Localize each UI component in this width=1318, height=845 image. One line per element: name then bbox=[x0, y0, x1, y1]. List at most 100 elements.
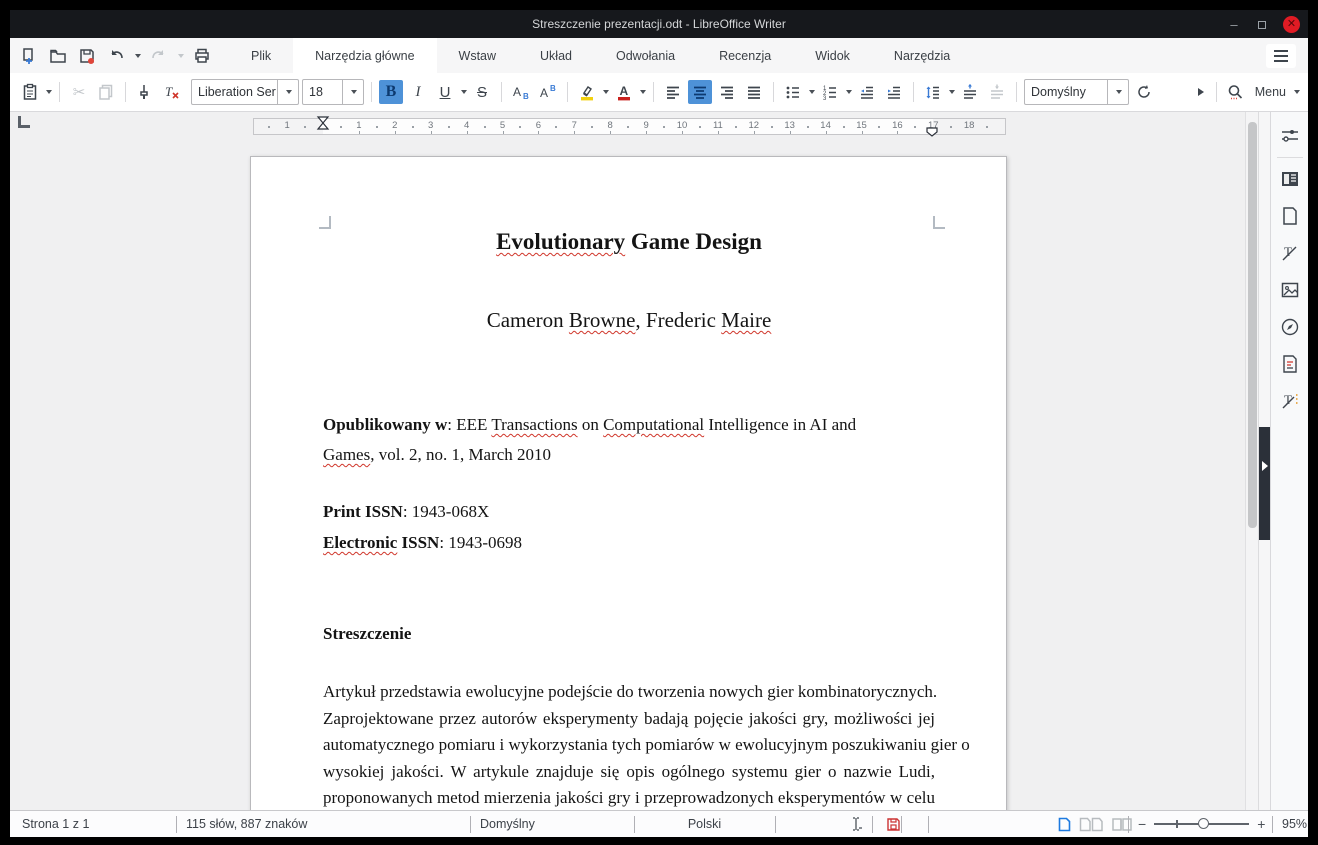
tab-odwolania[interactable]: Odwołania bbox=[594, 38, 697, 73]
zoom-out-button[interactable]: − bbox=[1138, 816, 1146, 832]
published-in-paragraph[interactable]: Opublikowany w: EEE Transactions on Comp… bbox=[323, 410, 935, 470]
tab-uklad[interactable]: Układ bbox=[518, 38, 594, 73]
sidebar-accessibility-check-button[interactable]: T bbox=[1278, 389, 1302, 413]
abstract-paragraph[interactable]: Artykuł przedstawia ewolucyjne podejście… bbox=[323, 679, 935, 810]
strikethrough-button[interactable]: S bbox=[470, 80, 494, 104]
print-issn-line[interactable]: Print ISSN: 1943-068X bbox=[323, 502, 935, 522]
horizontal-ruler[interactable]: 1123456789101112131415161718 bbox=[253, 118, 1006, 135]
svg-text:B: B bbox=[550, 84, 556, 93]
close-button[interactable]: ✕ bbox=[1283, 16, 1300, 33]
new-document-button[interactable] bbox=[18, 45, 40, 67]
single-page-view-icon[interactable] bbox=[1058, 817, 1071, 832]
subscript-button[interactable]: AB bbox=[509, 80, 533, 104]
tab-wstaw[interactable]: Wstaw bbox=[437, 38, 519, 73]
maximize-button[interactable] bbox=[1255, 17, 1269, 32]
undo-dropdown[interactable] bbox=[135, 54, 141, 58]
increase-indent-button[interactable] bbox=[882, 80, 906, 104]
svg-text:A: A bbox=[620, 84, 629, 98]
print-button[interactable] bbox=[191, 45, 213, 67]
sidebar-character-button[interactable]: T bbox=[1278, 241, 1302, 265]
open-button[interactable] bbox=[47, 45, 69, 67]
toolbar-overflow-button[interactable] bbox=[1193, 80, 1209, 104]
electronic-issn-line[interactable]: Electronic ISSN: 1943-0698 bbox=[323, 533, 935, 553]
align-center-button[interactable] bbox=[688, 80, 712, 104]
word-count-status[interactable]: 115 słów, 887 znaków bbox=[186, 811, 307, 837]
update-style-button[interactable] bbox=[1132, 80, 1156, 104]
underline-button[interactable]: U bbox=[433, 80, 457, 104]
vertical-scrollbar[interactable] bbox=[1245, 112, 1258, 810]
overflow-arrow-icon bbox=[1198, 88, 1204, 96]
sidebar-show-button[interactable] bbox=[1259, 427, 1270, 540]
multi-page-view-icon[interactable] bbox=[1079, 817, 1103, 832]
font-size-dropdown[interactable] bbox=[342, 80, 363, 104]
italic-button[interactable]: I bbox=[406, 80, 430, 104]
font-color-dropdown[interactable] bbox=[640, 90, 646, 94]
zoom-slider-handle[interactable] bbox=[1198, 818, 1209, 829]
sidebar-manage-changes-button[interactable] bbox=[1278, 352, 1302, 376]
menubar-toggle-button[interactable] bbox=[1266, 44, 1296, 68]
sidebar-properties-button[interactable] bbox=[1278, 124, 1302, 148]
line-spacing-button[interactable] bbox=[921, 80, 945, 104]
page-style-status[interactable]: Domyślny bbox=[480, 811, 535, 837]
unsaved-changes-status[interactable] bbox=[886, 811, 901, 837]
numbered-list-button[interactable]: 123 bbox=[818, 80, 842, 104]
clear-formatting-button[interactable]: T bbox=[160, 80, 184, 104]
indent-marker-first-line[interactable] bbox=[316, 116, 330, 130]
tab-narzedzia[interactable]: Narzędzia bbox=[872, 38, 972, 73]
font-name-dropdown[interactable] bbox=[277, 80, 298, 104]
paste-button[interactable] bbox=[18, 80, 42, 104]
minimize-button[interactable]: – bbox=[1227, 17, 1241, 32]
find-replace-button[interactable] bbox=[1224, 80, 1248, 104]
sidebar-page-button[interactable] bbox=[1278, 167, 1302, 191]
tab-plik[interactable]: Plik bbox=[229, 38, 293, 73]
align-left-button[interactable] bbox=[661, 80, 685, 104]
tab-widok[interactable]: Widok bbox=[793, 38, 872, 73]
bullet-list-button[interactable] bbox=[781, 80, 805, 104]
book-view-icon[interactable] bbox=[1111, 817, 1133, 832]
tab-stop-selector[interactable] bbox=[18, 116, 30, 128]
sidebar-gallery-button[interactable] bbox=[1278, 278, 1302, 302]
bullet-list-dropdown[interactable] bbox=[809, 90, 815, 94]
zoom-slider[interactable] bbox=[1154, 823, 1249, 825]
superscript-button[interactable]: AB bbox=[536, 80, 560, 104]
zoom-percentage[interactable]: 95% bbox=[1282, 811, 1307, 837]
scrollbar-thumb[interactable] bbox=[1248, 122, 1257, 528]
document-page[interactable]: Evolutionary Game Design Cameron Browne,… bbox=[250, 156, 1007, 810]
menu-dropdown[interactable] bbox=[1294, 90, 1300, 94]
main-area: 1123456789101112131415161718 Evolutionar… bbox=[10, 112, 1308, 810]
bold-button[interactable]: B bbox=[379, 80, 403, 104]
sidebar-styles-button[interactable] bbox=[1278, 204, 1302, 228]
zoom-in-button[interactable]: + bbox=[1257, 816, 1265, 832]
sidebar-navigator-button[interactable] bbox=[1278, 315, 1302, 339]
paragraph-style-dropdown[interactable] bbox=[1107, 80, 1128, 104]
line-spacing-dropdown[interactable] bbox=[949, 90, 955, 94]
indent-marker-right[interactable] bbox=[926, 127, 938, 137]
insert-mode-status[interactable] bbox=[848, 811, 864, 837]
tab-narzedzia-glowne[interactable]: Narzędzia główne bbox=[293, 38, 436, 73]
menu-button[interactable]: Menu bbox=[1251, 85, 1290, 99]
align-center-icon bbox=[691, 83, 709, 101]
tab-recenzja[interactable]: Recenzja bbox=[697, 38, 793, 73]
decrease-indent-button[interactable] bbox=[855, 80, 879, 104]
increase-paragraph-spacing-button[interactable] bbox=[958, 80, 982, 104]
numbered-list-dropdown[interactable] bbox=[846, 90, 852, 94]
highlight-color-button[interactable] bbox=[575, 80, 599, 104]
document-title[interactable]: Evolutionary Game Design bbox=[323, 229, 935, 255]
document-authors[interactable]: Cameron Browne, Frederic Maire bbox=[323, 308, 935, 333]
paragraph-style-combobox[interactable]: Domyślny bbox=[1024, 79, 1129, 105]
justify-button[interactable] bbox=[742, 80, 766, 104]
clone-formatting-button[interactable] bbox=[133, 80, 157, 104]
font-size-combobox[interactable]: 18 bbox=[302, 79, 364, 105]
undo-button[interactable] bbox=[105, 45, 127, 67]
underline-dropdown[interactable] bbox=[461, 90, 467, 94]
language-status[interactable]: Polski bbox=[634, 811, 775, 837]
save-button[interactable] bbox=[76, 45, 98, 67]
abstract-heading[interactable]: Streszczenie bbox=[323, 624, 935, 644]
align-right-button[interactable] bbox=[715, 80, 739, 104]
increase-paragraph-spacing-icon bbox=[961, 83, 979, 101]
font-name-combobox[interactable]: Liberation Ser bbox=[191, 79, 299, 105]
highlight-color-dropdown[interactable] bbox=[603, 90, 609, 94]
font-color-button[interactable]: A bbox=[612, 80, 636, 104]
paste-dropdown[interactable] bbox=[46, 90, 52, 94]
page-number-status[interactable]: Strona 1 z 1 bbox=[22, 811, 89, 837]
